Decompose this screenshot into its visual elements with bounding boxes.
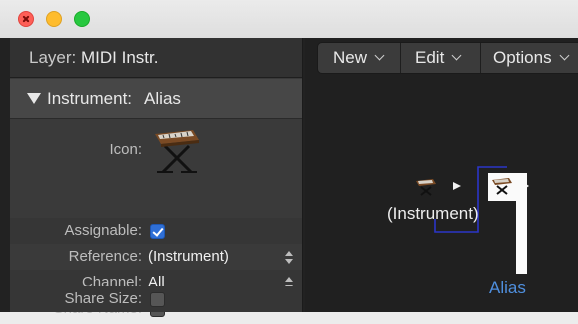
properties-area: Icon: Assignable: Reference: (Instrument… <box>10 120 302 317</box>
chevron-down-icon <box>374 50 385 61</box>
close-icon <box>23 16 29 22</box>
layer-header[interactable]: Layer: MIDI Instr. <box>10 38 302 78</box>
icon-row: Icon: <box>10 120 302 176</box>
reference-stepper-icon[interactable] <box>284 251 293 264</box>
environment-toolbar: New Edit Options <box>317 42 578 74</box>
assignable-checkbox[interactable] <box>150 224 165 239</box>
edit-menu[interactable]: Edit <box>415 43 462 73</box>
alias-selection-bar <box>516 173 527 274</box>
property-row-assignable: Assignable: <box>10 218 302 244</box>
new-menu-label: New <box>333 48 368 67</box>
reference-popup[interactable]: (Instrument) <box>148 248 229 265</box>
disclosure-triangle-icon[interactable] <box>27 93 41 105</box>
window-body: Layer: MIDI Instr. Instrument: Alias Icon… <box>0 38 578 317</box>
instrument-section-header[interactable]: Instrument: Alias <box>10 79 302 119</box>
new-menu[interactable]: New <box>333 43 385 73</box>
alias-object-label[interactable]: Alias <box>489 278 526 298</box>
minimize-button[interactable] <box>46 11 62 27</box>
toolbar-divider <box>400 43 401 73</box>
instrument-object-label[interactable]: (Instrument) <box>387 204 479 224</box>
keyboard-stand-icon[interactable] <box>153 124 201 176</box>
options-menu-label: Options <box>493 48 552 67</box>
layer-label: Layer: <box>29 48 77 67</box>
property-row-share-size: Share Size: <box>10 286 302 312</box>
share-size-label: Share Size: <box>64 290 142 307</box>
close-button[interactable] <box>18 11 34 27</box>
alias-object[interactable] <box>488 173 516 201</box>
alias-keyboard-icon <box>492 178 512 195</box>
section-title: Instrument: <box>47 89 133 108</box>
layer-name: MIDI Instr. <box>80 48 159 67</box>
inspector-panel: Layer: MIDI Instr. Instrument: Alias Icon… <box>10 38 303 317</box>
zoom-button[interactable] <box>74 11 90 27</box>
toolbar-divider <box>480 43 481 73</box>
reference-label: Reference: <box>68 248 142 265</box>
options-menu[interactable]: Options <box>493 43 570 73</box>
title-bar <box>0 0 578 39</box>
assignable-label: Assignable: <box>64 222 142 239</box>
environment-canvas[interactable]: (Instrument) Alias <box>305 78 578 312</box>
environment-area: New Edit Options (Instrument) Alias <box>305 38 578 312</box>
section-value: Alias <box>144 89 181 108</box>
chevron-down-icon <box>559 50 570 61</box>
share-size-checkbox[interactable] <box>150 292 165 307</box>
property-row-reference[interactable]: Reference: (Instrument) <box>10 244 302 270</box>
icon-label: Icon: <box>109 141 142 158</box>
edit-menu-label: Edit <box>415 48 445 67</box>
chevron-down-icon <box>451 50 462 61</box>
